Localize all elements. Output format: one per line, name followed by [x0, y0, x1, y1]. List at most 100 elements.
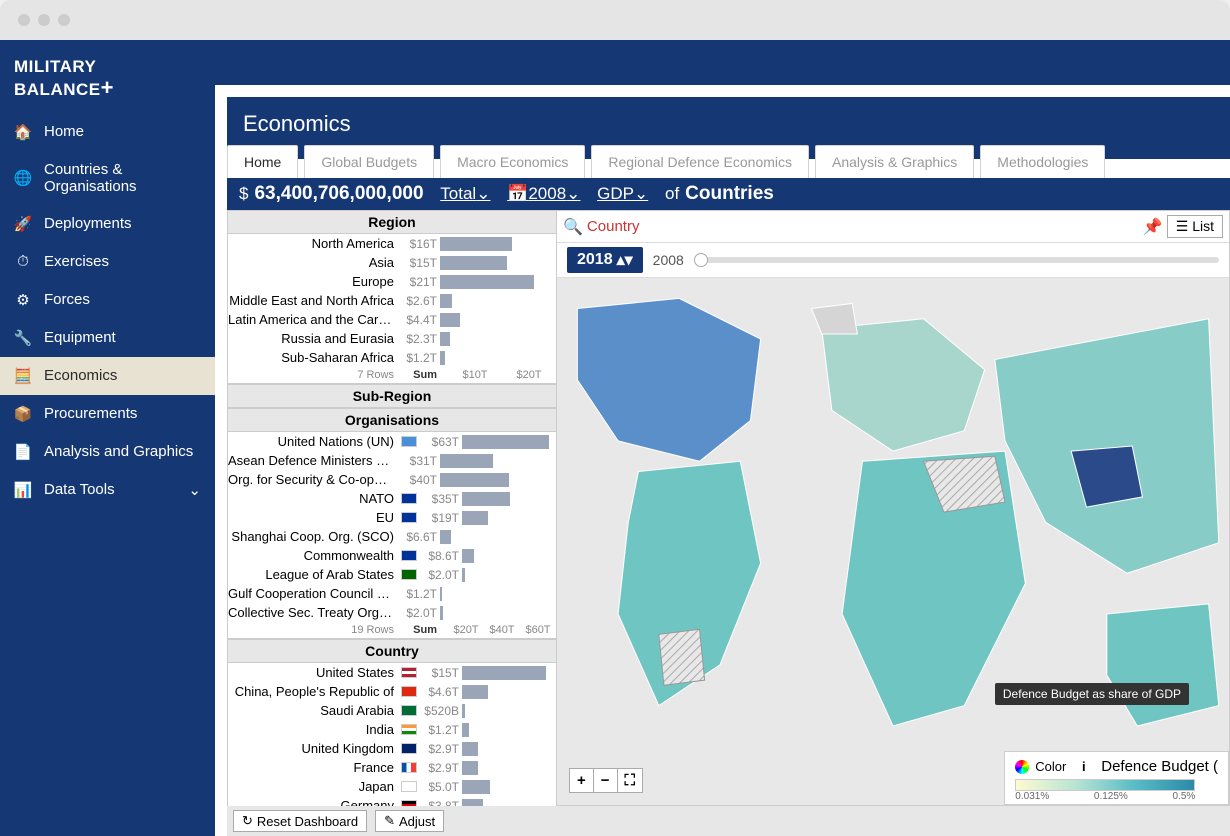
pin-icon[interactable]: 📌	[1143, 217, 1163, 237]
row-value: $31T	[398, 454, 440, 468]
axis-ticks: $10T$20T	[440, 369, 556, 381]
adjust-button[interactable]: ✎ Adjust	[375, 810, 444, 832]
year-selector[interactable]: 2018▴▾	[567, 247, 643, 273]
chart-row[interactable]: North America$16T	[228, 234, 556, 253]
row-value: $21T	[398, 275, 440, 289]
chart-row[interactable]: Saudi Arabia$520B	[228, 701, 556, 720]
bar	[440, 275, 534, 289]
sidebar-item-exercises[interactable]: ⏱Exercises	[0, 243, 215, 281]
chart-row[interactable]: Org. for Security & Co-operation …$40T	[228, 470, 556, 489]
chart-row[interactable]: NATO$35T	[228, 489, 556, 508]
chart-row[interactable]: India$1.2T	[228, 720, 556, 739]
sidebar-item-analysis[interactable]: 📄Analysis and Graphics	[0, 433, 215, 471]
section-header[interactable]: Organisations	[227, 408, 557, 432]
row-value: $1.2T	[420, 723, 462, 737]
brand-line2: BALANCE	[14, 80, 101, 99]
year-slider[interactable]	[694, 257, 1219, 263]
flag-icon	[401, 436, 417, 447]
tab-rde[interactable]: Regional Defence Economics	[591, 145, 809, 178]
sidebar-item-countries[interactable]: 🌐Countries & Organisations	[0, 151, 215, 205]
chart-row[interactable]: France$2.9T	[228, 758, 556, 777]
bar-wrap	[440, 454, 556, 468]
tab-ag[interactable]: Analysis & Graphics	[815, 145, 974, 178]
axis-row: 19 RowsSum$20T$40T$60T	[228, 622, 556, 638]
fullscreen-button[interactable]: ⛶	[618, 769, 643, 792]
sidebar-item-home[interactable]: 🏠Home	[0, 113, 215, 151]
row-label: United States	[228, 665, 398, 680]
zoom-out-button[interactable]: −	[594, 769, 618, 792]
sidebar-item-equipment[interactable]: 🔧Equipment	[0, 319, 215, 357]
chart-row[interactable]: Latin America and the Caribbean$4.4T	[228, 310, 556, 329]
flag-icon	[401, 512, 417, 523]
row-value: $520B	[420, 704, 462, 718]
chart-row[interactable]: Asean Defence Ministers Meetin…$31T	[228, 451, 556, 470]
flag-icon	[401, 724, 417, 735]
sidebar-item-economics[interactable]: 🧮Economics	[0, 357, 215, 395]
bar	[440, 351, 445, 365]
reset-dashboard-button[interactable]: ↻ Reset Dashboard	[233, 810, 367, 832]
chart-row[interactable]: League of Arab States$2.0T	[228, 565, 556, 584]
tab-me[interactable]: Macro Economics	[440, 145, 585, 178]
year-slider-handle[interactable]	[694, 253, 708, 267]
info-icon[interactable]: i	[1082, 759, 1086, 774]
section-header[interactable]: Region	[227, 210, 557, 234]
row-label: Germany	[228, 798, 398, 806]
chart-row[interactable]: Japan$5.0T	[228, 777, 556, 796]
sidebar-item-procurements[interactable]: 📦Procurements	[0, 395, 215, 433]
bar-wrap	[462, 685, 556, 699]
bar	[440, 530, 451, 544]
tab-mth[interactable]: Methodologies	[980, 145, 1105, 178]
brand-plus: +	[101, 75, 114, 100]
sum-label: Sum	[398, 369, 440, 381]
bar	[440, 454, 493, 468]
summary-total-dropdown[interactable]: Total⌄	[440, 184, 490, 204]
chart-row[interactable]: Shanghai Coop. Org. (SCO)$6.6T	[228, 527, 556, 546]
globe-icon: 🌐	[14, 169, 32, 187]
color-wheel-icon[interactable]	[1015, 760, 1029, 774]
charts-column: RegionNorth America$16TAsia$15TEurope$21…	[227, 210, 557, 806]
tab-home[interactable]: Home	[227, 145, 298, 178]
row-value: $5.0T	[420, 780, 462, 794]
section-header[interactable]: Sub-Region	[227, 384, 557, 408]
zoom-in-button[interactable]: +	[570, 769, 594, 792]
chrome-close-dot[interactable]	[18, 14, 30, 26]
chart-row[interactable]: Collective Sec. Treaty Org. (CST…$2.0T	[228, 603, 556, 622]
bar-chart: United Nations (UN)$63TAsean Defence Min…	[227, 432, 557, 639]
chart-row[interactable]: China, People's Republic of$4.6T	[228, 682, 556, 701]
tab-gb[interactable]: Global Budgets	[304, 145, 434, 178]
world-map[interactable]: + − ⛶ Defence Budget as share of GDP Col…	[557, 278, 1229, 805]
chart-row[interactable]: Gulf Cooperation Council (GCC)$1.2T	[228, 584, 556, 603]
sidebar-item-forces[interactable]: ⚙Forces	[0, 281, 215, 319]
row-value: $2.9T	[420, 761, 462, 775]
section-header[interactable]: Country	[227, 639, 557, 663]
chart-row[interactable]: Commonwealth$8.6T	[228, 546, 556, 565]
row-label: Commonwealth	[228, 548, 398, 563]
bar-wrap	[462, 761, 556, 775]
chart-row[interactable]: Germany$3.8T	[228, 796, 556, 806]
country-search-input[interactable]	[587, 218, 707, 235]
chart-row[interactable]: Europe$21T	[228, 272, 556, 291]
rows-count: 7 Rows	[228, 369, 398, 381]
legend-gradient	[1015, 779, 1195, 791]
summary-metric-dropdown[interactable]: GDP⌄	[597, 184, 648, 204]
chart-row[interactable]: United Kingdom$2.9T	[228, 739, 556, 758]
sidebar-item-datatools[interactable]: 📊Data Tools⌄	[0, 471, 215, 509]
chart-row[interactable]: Asia$15T	[228, 253, 556, 272]
chart-row[interactable]: Russia and Eurasia$2.3T	[228, 329, 556, 348]
chart-row[interactable]: United States$15T	[228, 663, 556, 682]
flag-icon	[401, 781, 417, 792]
chart-row[interactable]: Sub-Saharan Africa$1.2T	[228, 348, 556, 367]
chart-row[interactable]: EU$19T	[228, 508, 556, 527]
chart-row[interactable]: Middle East and North Africa$2.6T	[228, 291, 556, 310]
chart-row[interactable]: United Nations (UN)$63T	[228, 432, 556, 451]
chrome-min-dot[interactable]	[38, 14, 50, 26]
row-value: $19T	[420, 511, 462, 525]
chrome-max-dot[interactable]	[58, 14, 70, 26]
summary-year-dropdown[interactable]: 📅2008⌄	[507, 184, 580, 204]
list-view-button[interactable]: ☰ List	[1167, 215, 1223, 238]
row-value: $1.2T	[398, 351, 440, 365]
summary-bar: $63,400,706,000,000 Total⌄ 📅2008⌄ GDP⌄ o…	[227, 178, 1230, 210]
bar	[462, 704, 465, 718]
row-label: Asean Defence Ministers Meetin…	[228, 453, 398, 468]
sidebar-item-deployments[interactable]: 🚀Deployments	[0, 205, 215, 243]
